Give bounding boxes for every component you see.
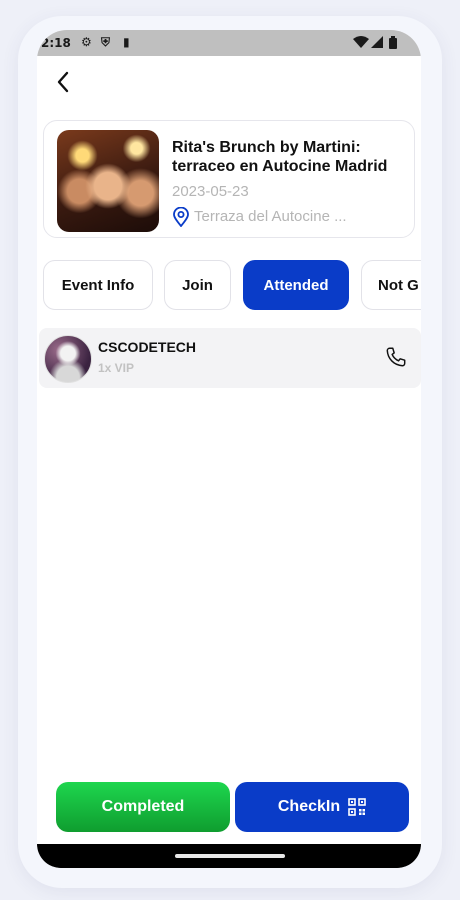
event-location: Terraza del Autocine ...	[194, 208, 347, 225]
wifi-icon	[353, 36, 369, 48]
tab-event-info[interactable]: Event Info	[43, 260, 153, 310]
event-date: 2023-05-23	[172, 183, 249, 200]
completed-button[interactable]: Completed	[56, 782, 230, 832]
system-nav-bar	[37, 844, 421, 868]
app-screen: 2:18 ⚙ ⛨ ▮ Rita's Brunch by Martini: ter…	[37, 30, 421, 868]
event-card[interactable]: Rita's Brunch by Martini: terraceo en Au…	[43, 120, 415, 238]
status-bar: 2:18 ⚙ ⛨ ▮	[37, 30, 421, 56]
phone-icon[interactable]	[385, 346, 407, 368]
battery-icon	[389, 36, 397, 49]
attendee-name: CSCODETECH	[98, 339, 197, 355]
shield-icon: ⛨	[101, 35, 111, 49]
completed-label: Completed	[101, 798, 185, 815]
attendee-ticket: 1x VIP	[98, 361, 135, 375]
avatar	[44, 335, 92, 383]
tab-attended[interactable]: Attended	[243, 260, 349, 310]
back-button[interactable]	[51, 70, 75, 94]
event-thumbnail	[57, 130, 159, 232]
qr-code-icon	[348, 798, 366, 816]
chevron-left-icon	[57, 71, 69, 93]
checkin-button[interactable]: CheckIn	[235, 782, 409, 832]
gear-icon: ⚙	[81, 35, 92, 49]
tab-not-going[interactable]: Not G	[361, 260, 421, 310]
event-title: Rita's Brunch by Martini: terraceo en Au…	[172, 139, 388, 175]
attendee-row[interactable]: CSCODETECH 1x VIP	[39, 328, 421, 388]
signal-icon	[371, 36, 383, 48]
checkin-label: CheckIn	[277, 798, 341, 815]
status-time: 2:18	[41, 36, 71, 50]
tab-join[interactable]: Join	[164, 260, 231, 310]
sd-card-icon: ▮	[123, 35, 130, 49]
event-tabs: Event Info Join Attended Not G	[43, 260, 421, 312]
map-pin-icon	[173, 207, 189, 227]
home-indicator[interactable]	[175, 854, 285, 858]
